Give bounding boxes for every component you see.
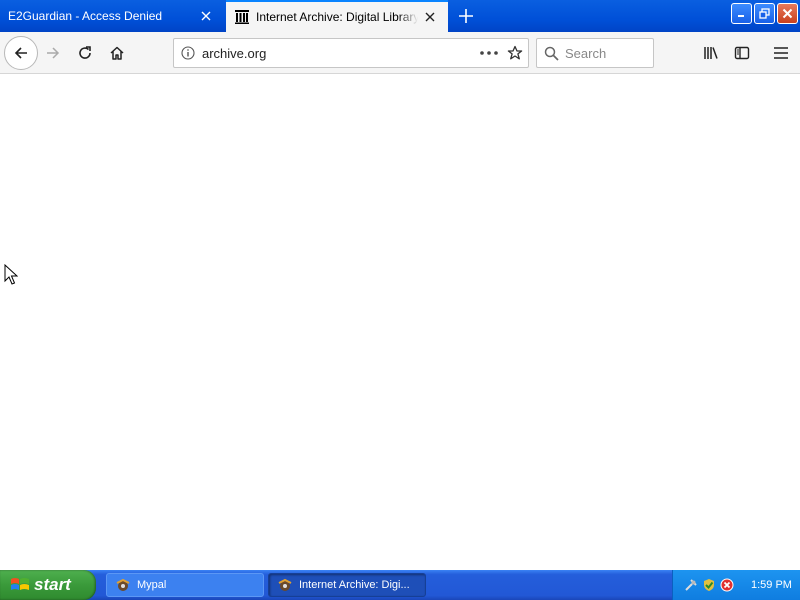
taskbar-item-label: Mypal — [137, 579, 167, 591]
taskbar-item-label: Internet Archive: Digi... — [299, 579, 410, 591]
tab-internet-archive[interactable]: Internet Archive: Digital Library of — [226, 0, 448, 32]
tab-title: Internet Archive: Digital Library of — [256, 10, 418, 24]
clock[interactable]: 1:59 PM — [751, 579, 792, 591]
system-tray: 1:59 PM — [672, 570, 800, 600]
start-label: start — [34, 575, 71, 594]
tab-strip: E2Guardian - Access Denied Internet Arch… — [0, 0, 800, 32]
reload-button[interactable] — [70, 38, 100, 68]
info-icon[interactable] — [174, 46, 202, 60]
taskbar-item-mypal[interactable]: Mypal — [106, 573, 264, 597]
start-button[interactable]: start — [0, 570, 96, 600]
page-actions-icon[interactable] — [476, 51, 502, 55]
hamburger-menu-icon[interactable] — [766, 38, 796, 68]
restore-button[interactable] — [754, 3, 775, 24]
minimize-button[interactable] — [731, 3, 752, 24]
tab-title: E2Guardian - Access Denied — [8, 9, 163, 23]
bookmark-star-icon[interactable] — [502, 45, 528, 61]
mouse-cursor-icon — [4, 263, 19, 289]
taskbar: start Mypal Internet Archive: Digi... 1:… — [0, 570, 800, 600]
page-content[interactable] — [0, 75, 800, 570]
taskbar-item-internet-archive[interactable]: Internet Archive: Digi... — [268, 573, 426, 597]
security-shield-icon[interactable] — [701, 577, 717, 593]
mypal-app-icon — [116, 578, 130, 591]
tools-tray-icon[interactable] — [683, 577, 699, 593]
window-close-button[interactable] — [777, 3, 798, 24]
archive-favicon-icon — [234, 9, 250, 25]
library-icon[interactable] — [696, 38, 726, 68]
mypal-app-icon — [278, 578, 292, 591]
tab-close-icon[interactable] — [418, 5, 442, 29]
navigation-toolbar: archive.org Search — [0, 32, 800, 74]
address-bar[interactable]: archive.org — [173, 38, 529, 68]
back-button[interactable] — [4, 36, 38, 70]
windows-logo-icon — [11, 578, 29, 590]
search-box[interactable]: Search — [536, 38, 654, 68]
new-tab-icon[interactable] — [452, 4, 480, 28]
address-url[interactable]: archive.org — [202, 46, 476, 61]
tab-e2guardian[interactable]: E2Guardian - Access Denied — [0, 0, 224, 32]
forward-button[interactable] — [38, 38, 68, 68]
search-placeholder: Search — [565, 45, 607, 61]
network-error-icon[interactable] — [719, 577, 735, 593]
sidebar-toggle-icon[interactable] — [727, 38, 757, 68]
tab-close-icon[interactable] — [194, 4, 218, 28]
home-button[interactable] — [102, 38, 132, 68]
search-icon — [537, 46, 565, 61]
